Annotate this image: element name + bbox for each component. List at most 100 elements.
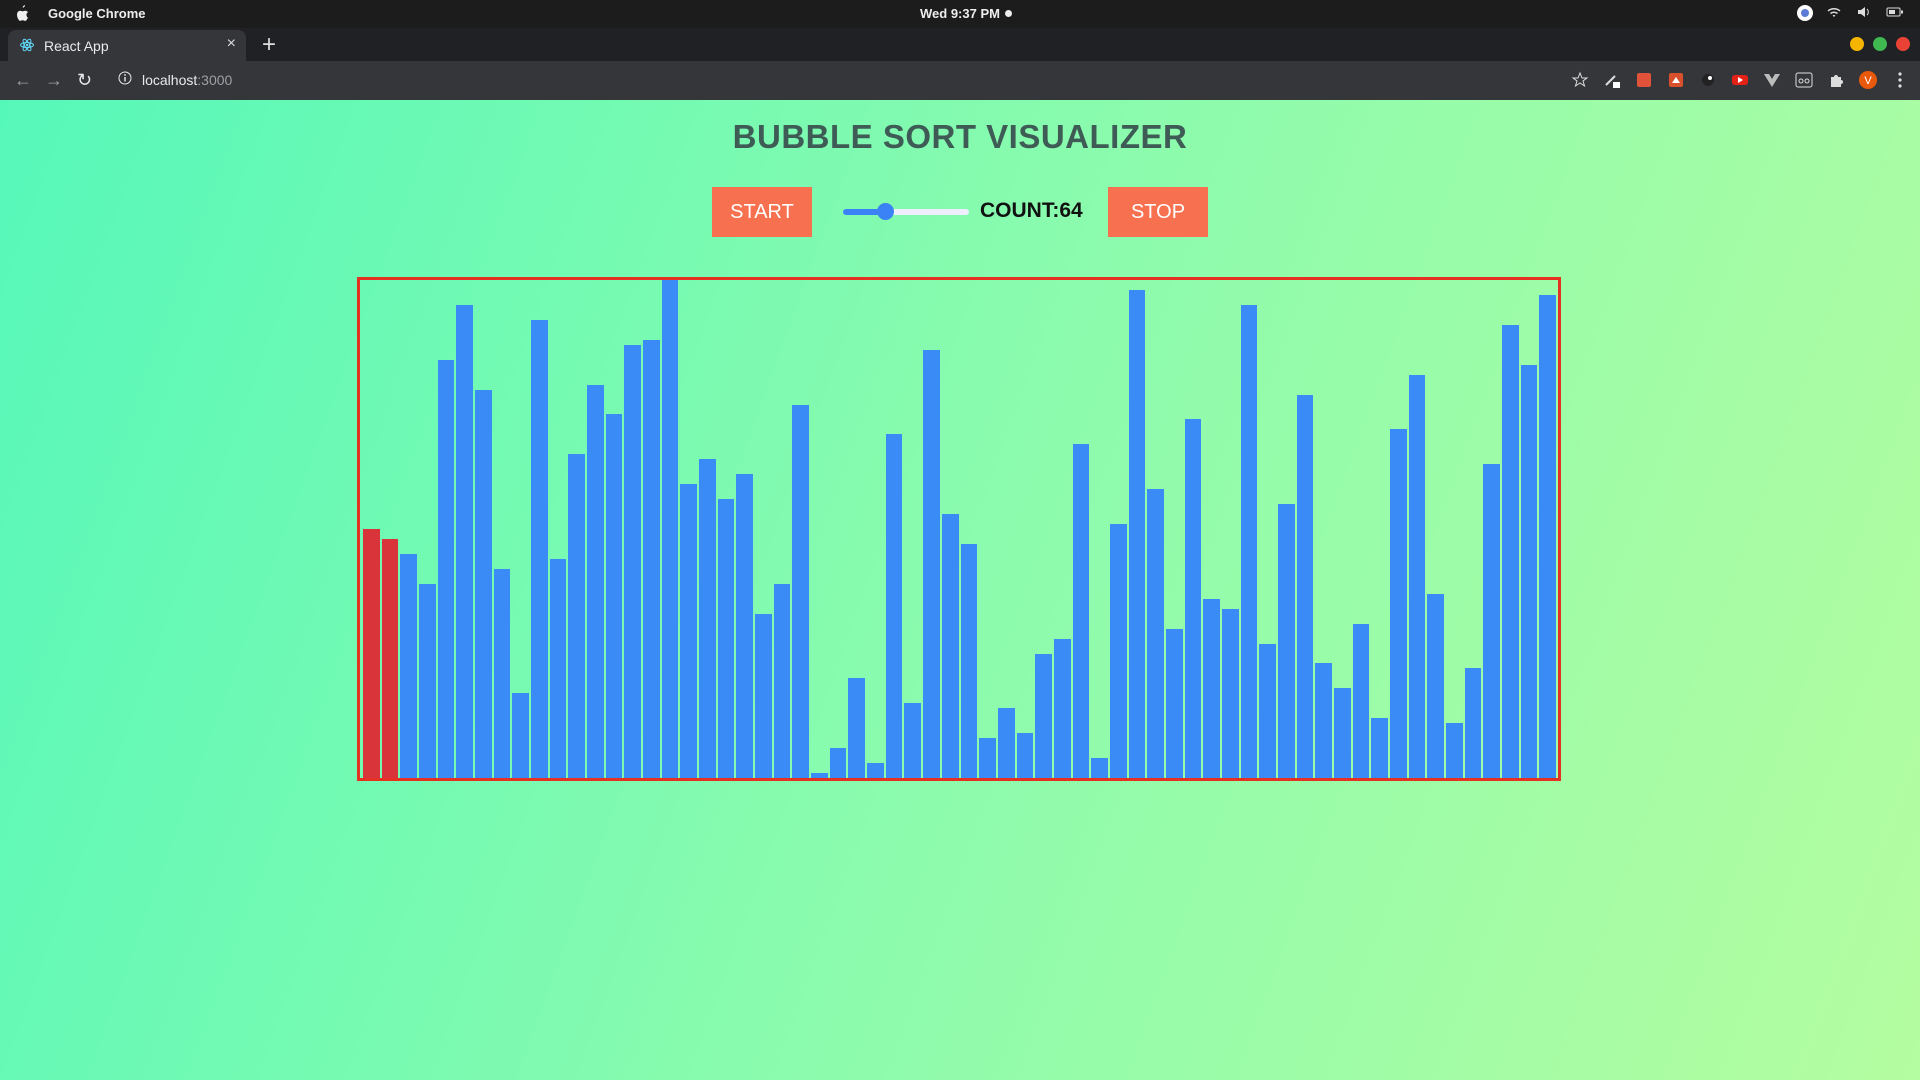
address-bar[interactable]: localhost:3000 [110,68,1570,94]
bar [755,613,772,778]
bar [568,454,586,778]
bar [1464,668,1482,778]
stop-button[interactable]: STOP [1108,187,1208,237]
youtube-extension-icon[interactable] [1730,70,1750,90]
battery-icon[interactable] [1886,4,1903,20]
count-display: COUNT:64 [980,199,1083,223]
bar [1165,628,1183,778]
bar [941,514,959,778]
bar [997,708,1015,778]
volume-icon[interactable] [1856,4,1872,20]
image-extension-icon[interactable] [1666,70,1686,90]
site-info-icon[interactable] [118,71,132,85]
minimize-button[interactable] [1850,37,1864,51]
new-tab-button[interactable]: + [262,31,276,59]
glasses-extension-icon[interactable] [1794,70,1814,90]
bar [475,389,492,778]
bar [1333,688,1351,778]
recording-dot-icon [1005,10,1012,17]
count-label: COUNT: [980,199,1060,222]
url-port: :3000 [197,72,233,88]
bar [587,384,604,778]
bar [979,738,996,778]
window-controls [1850,37,1910,51]
bar [643,339,660,778]
maximize-button[interactable] [1873,37,1887,51]
bar [1483,464,1500,778]
close-window-button[interactable] [1896,37,1910,51]
bar [1203,598,1220,778]
bar [1501,324,1519,778]
bar [811,773,828,778]
bird-extension-icon[interactable] [1698,70,1718,90]
bar [736,474,754,778]
bar [680,484,698,778]
pen-extension-icon[interactable] [1602,70,1622,90]
system-tray [1796,4,1903,21]
bar [419,583,436,778]
bar [1259,643,1276,778]
close-tab-icon[interactable]: × [227,35,236,53]
bar [1408,374,1426,778]
page-viewport: BUBBLE SORT VISUALIZER START COUNT:64 ST… [0,100,1920,1080]
bar [1445,723,1463,778]
bar [1053,638,1071,778]
page-title: BUBBLE SORT VISUALIZER [732,118,1188,155]
bar [624,344,642,778]
bar [1315,663,1332,778]
clock[interactable]: Wed 9:37 PM [920,6,1000,21]
bar [773,583,791,778]
back-arrow-icon[interactable]: ← [14,70,32,91]
bar [363,529,380,778]
calendar-extension-icon[interactable] [1634,70,1654,90]
bar [1240,304,1258,778]
forward-arrow-icon[interactable]: → [45,70,63,91]
bar [885,434,903,778]
bars-container [357,277,1561,781]
puzzle-extensions-icon[interactable] [1826,70,1846,90]
bar [1147,489,1164,778]
bar [381,538,399,778]
wifi-icon[interactable] [1826,4,1842,20]
svg-text:V: V [1864,75,1872,87]
bar [1128,289,1146,778]
bar [400,553,418,778]
kebab-menu-icon[interactable] [1890,70,1910,90]
bar [1072,444,1090,778]
profile-avatar[interactable]: V [1858,70,1878,90]
bar [1016,733,1034,778]
bar [437,359,455,778]
bar [792,404,810,778]
bar [1296,394,1314,778]
count-value: 64 [1059,199,1083,222]
bar [1184,419,1202,778]
active-app-name[interactable]: Google Chrome [48,6,146,21]
screenshot-icon[interactable] [1796,4,1813,21]
reload-icon[interactable]: ↻ [77,70,92,91]
bar [1091,758,1108,778]
slider-thumb[interactable] [876,203,894,220]
bar [848,678,866,778]
bar [1539,294,1556,778]
bar [549,558,567,778]
bar [960,543,978,778]
bar [867,763,884,778]
os-menu-bar: Google Chrome Wed 9:37 PM [0,0,1920,28]
browser-tab[interactable]: React App × [8,30,246,61]
start-button[interactable]: START [712,187,812,237]
bar [1352,623,1370,778]
bar [531,319,548,778]
bar [923,349,940,778]
browser-toolbar: ← → ↻ localhost:3000 V [0,61,1920,100]
bar [1109,524,1127,778]
apple-icon[interactable] [14,5,30,23]
vue-extension-icon[interactable] [1762,70,1782,90]
url-host: localhost [142,72,198,88]
speed-slider[interactable] [843,202,969,222]
bar [717,499,735,778]
tab-strip: React App × + [0,28,1920,61]
bar [1520,364,1538,778]
bar [493,568,511,778]
bookmark-star-icon[interactable] [1570,70,1590,90]
bar [1221,608,1239,778]
